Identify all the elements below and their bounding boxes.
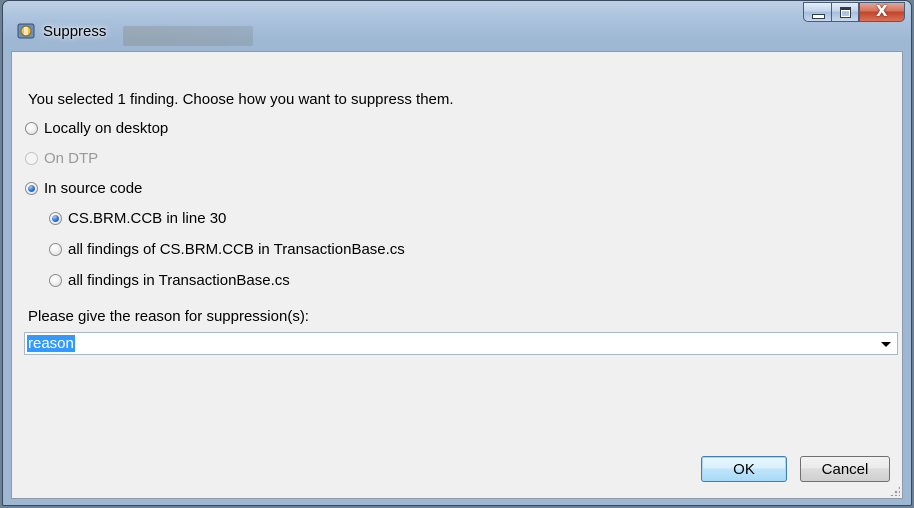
close-icon: X (876, 2, 888, 20)
maximize-icon (840, 7, 851, 18)
maximize-button[interactable] (831, 2, 859, 22)
radio-circle (25, 152, 38, 165)
radio-label: CS.BRM.CCB in line 30 (68, 210, 227, 227)
app-icon (17, 23, 35, 39)
radio-rule-findings-in-file[interactable]: all findings of CS.BRM.CCB in Transactio… (49, 241, 405, 258)
title-background-artifact (123, 26, 253, 46)
window-title: Suppress (43, 23, 107, 40)
reason-combobox[interactable]: reason (24, 332, 898, 355)
radio-circle (49, 274, 62, 287)
title-bar[interactable]: Suppress X (3, 1, 911, 51)
radio-circle (49, 212, 62, 225)
radio-circle (25, 182, 38, 195)
radio-label: In source code (44, 180, 143, 197)
close-button[interactable]: X (859, 2, 905, 22)
ok-button[interactable]: OK (701, 456, 787, 482)
radio-on-dtp: On DTP (25, 150, 98, 167)
reason-input[interactable]: reason (27, 335, 75, 352)
radio-label: all findings in TransactionBase.cs (68, 272, 290, 289)
radio-label: Locally on desktop (44, 120, 169, 137)
radio-locally-on-desktop[interactable]: Locally on desktop (25, 120, 168, 137)
minimize-button[interactable] (803, 2, 831, 22)
minimize-icon (812, 14, 825, 19)
radio-circle (25, 122, 38, 135)
caption-buttons: X (803, 2, 905, 22)
radio-all-findings-in-file[interactable]: all findings in TransactionBase.cs (49, 272, 290, 289)
cancel-button[interactable]: Cancel (800, 456, 890, 482)
reason-label: Please give the reason for suppression(s… (28, 308, 309, 325)
suppress-dialog-window: Suppress X You selected 1 finding. Choos… (2, 0, 912, 506)
radio-line-finding[interactable]: CS.BRM.CCB in line 30 (49, 210, 226, 227)
dialog-client-area: You selected 1 finding. Choose how you w… (11, 51, 903, 499)
dropdown-arrow-icon[interactable] (881, 342, 891, 347)
radio-label: On DTP (44, 150, 99, 167)
resize-grip-icon[interactable] (890, 486, 900, 496)
radio-label: all findings of CS.BRM.CCB in Transactio… (68, 241, 405, 258)
radio-circle (49, 243, 62, 256)
prompt-text: You selected 1 finding. Choose how you w… (28, 91, 454, 108)
radio-in-source-code[interactable]: In source code (25, 180, 142, 197)
